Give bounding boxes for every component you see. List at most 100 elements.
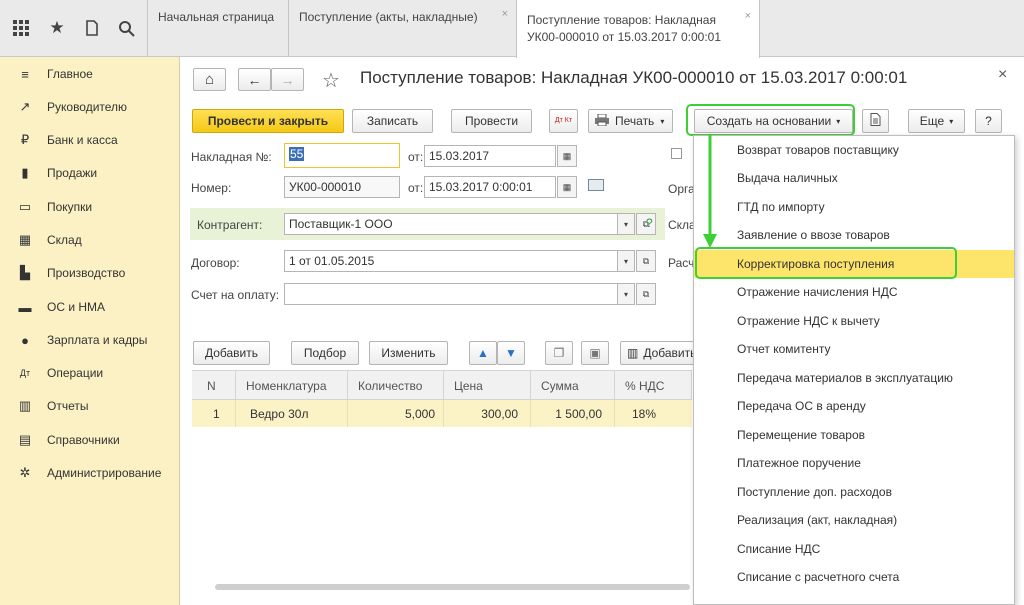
post-button[interactable]: Провести bbox=[451, 109, 532, 133]
close-icon[interactable]: × bbox=[745, 8, 751, 25]
tab-receipts-list[interactable]: Поступление (акты, накладные) × bbox=[288, 0, 516, 57]
menu-item-goods-movement[interactable]: Перемещение товаров bbox=[694, 421, 1014, 449]
search-icon[interactable] bbox=[114, 16, 138, 40]
contract-label: Договор: bbox=[191, 256, 240, 270]
tab-label: Поступление (акты, накладные) bbox=[299, 10, 478, 24]
menu-item-vat-writeoff[interactable]: Списание НДС bbox=[694, 535, 1014, 563]
warehouse-label: Скла bbox=[668, 218, 696, 232]
dt-kt-icon: Дт bbox=[19, 368, 31, 378]
paste-button[interactable]: ▣ bbox=[581, 341, 609, 365]
menu-item-payment-order[interactable]: Платежное поручение bbox=[694, 449, 1014, 477]
menu-item-additional-expenses[interactable]: Поступление доп. расходов bbox=[694, 478, 1014, 506]
invoice-number-field[interactable]: 55 bbox=[284, 143, 400, 168]
apps-grid-icon[interactable] bbox=[9, 16, 33, 40]
post-and-close-button[interactable]: Провести и закрыть bbox=[192, 109, 344, 133]
menu-item-customs-declaration[interactable]: ГТД по импорту bbox=[694, 193, 1014, 221]
tab-home[interactable]: Начальная страница bbox=[147, 0, 288, 57]
arrow-left-icon: ← bbox=[247, 71, 262, 88]
move-up-button[interactable]: ▲ bbox=[469, 341, 497, 365]
open-icon[interactable]: ⧉ bbox=[636, 250, 656, 272]
help-icon[interactable]: ? bbox=[646, 216, 653, 230]
sidebar-item-bank[interactable]: ₽ Банк и касса bbox=[0, 129, 180, 151]
copy-icon: ❐ bbox=[553, 346, 565, 360]
chevron-down-icon[interactable]: ▾ bbox=[617, 250, 635, 272]
factory-icon: ▙ bbox=[20, 265, 30, 280]
tab-label: Начальная страница bbox=[158, 10, 275, 24]
sidebar-item-references[interactable]: ▤ Справочники bbox=[0, 429, 180, 451]
monitor-icon[interactable] bbox=[588, 179, 604, 191]
dt-kt-button[interactable]: Дт Кт bbox=[549, 109, 578, 133]
print-button[interactable]: Печать ▾ bbox=[588, 109, 673, 133]
sidebar-item-admin[interactable]: ✲ Администрирование bbox=[0, 462, 180, 484]
button-label: Подбор bbox=[303, 346, 347, 360]
checkbox[interactable] bbox=[671, 148, 682, 159]
sidebar-item-label: Справочники bbox=[47, 433, 120, 447]
close-icon[interactable]: × bbox=[998, 66, 1007, 84]
sidebar-item-manager[interactable]: ↗ Руководителю bbox=[0, 96, 180, 118]
help-button[interactable]: ? bbox=[975, 109, 1002, 133]
number-field[interactable]: УК00-000010 bbox=[284, 176, 400, 198]
column-header[interactable]: N bbox=[192, 371, 236, 401]
open-icon[interactable]: ⧉ bbox=[636, 283, 656, 305]
sidebar-item-operations[interactable]: Дт Операции bbox=[0, 362, 180, 384]
save-button[interactable]: Записать bbox=[352, 109, 433, 133]
invoice-pay-field[interactable] bbox=[284, 283, 618, 305]
menu-item-return-goods[interactable]: Возврат товаров поставщику bbox=[694, 136, 1014, 164]
cell-quantity: 5,000 bbox=[348, 400, 444, 427]
column-header[interactable]: Количество bbox=[348, 371, 444, 401]
sidebar-item-warehouse[interactable]: ▦ Склад bbox=[0, 229, 180, 251]
copy-button[interactable]: ❐ bbox=[545, 341, 573, 365]
forward-button[interactable]: → bbox=[271, 68, 304, 91]
menu-item-consignor-report[interactable]: Отчет комитенту bbox=[694, 335, 1014, 363]
more-button[interactable]: Еще ▾ bbox=[908, 109, 965, 133]
tab-current-document[interactable]: Поступление товаров: Накладная УК00-0000… bbox=[516, 0, 760, 58]
move-down-button[interactable]: ▼ bbox=[497, 341, 525, 365]
highlight-frame bbox=[686, 104, 855, 136]
menu-item-materials-transfer[interactable]: Передача материалов в эксплуатацию bbox=[694, 364, 1014, 392]
menu-item-import-statement[interactable]: Заявление о ввозе товаров bbox=[694, 221, 1014, 249]
menu-item-cash-issue[interactable]: Выдача наличных bbox=[694, 164, 1014, 192]
chevron-down-icon[interactable]: ▾ bbox=[617, 283, 635, 305]
button-label: Провести и закрыть bbox=[207, 114, 329, 128]
menu-item-bank-writeoff[interactable]: Списание с расчетного счета bbox=[694, 563, 1014, 591]
sidebar-item-label: Руководителю bbox=[47, 100, 128, 114]
menu-item-asset-lease[interactable]: Передача ОС в аренду bbox=[694, 392, 1014, 420]
calendar-icon[interactable]: ▦ bbox=[557, 145, 577, 167]
select-button[interactable]: Подбор bbox=[291, 341, 359, 365]
cell-sum: 1 500,00 bbox=[531, 400, 615, 427]
column-header[interactable]: Сумма bbox=[531, 371, 615, 401]
add-row-button[interactable]: Добавить bbox=[193, 341, 270, 365]
home-button[interactable]: ⌂ bbox=[193, 68, 226, 91]
document-icon-button[interactable] bbox=[862, 109, 889, 133]
close-icon[interactable]: × bbox=[502, 8, 508, 20]
column-header[interactable]: % НДС bbox=[615, 371, 692, 401]
sidebar-item-reports[interactable]: ▥ Отчеты bbox=[0, 395, 180, 417]
document-date-field[interactable]: 15.03.2017 0:00:01 bbox=[424, 176, 556, 198]
star-icon[interactable]: ★ bbox=[45, 16, 69, 40]
menu-item-vat-deduction[interactable]: Отражение НДС к вычету bbox=[694, 307, 1014, 335]
chevron-down-icon[interactable]: ▾ bbox=[617, 213, 635, 235]
change-button[interactable]: Изменить bbox=[369, 341, 448, 365]
sidebar-item-purchases[interactable]: ▭ Покупки bbox=[0, 196, 180, 218]
date-label: от: bbox=[408, 150, 424, 164]
table-row[interactable]: 1 Ведро 30л 5,000 300,00 1 500,00 18% bbox=[192, 400, 692, 427]
favorite-star-icon[interactable]: ☆ bbox=[322, 68, 340, 93]
sidebar-item-assets[interactable]: ▬ ОС и НМА bbox=[0, 296, 180, 318]
column-header[interactable]: Цена bbox=[444, 371, 531, 401]
counterparty-field[interactable]: Поставщик-1 ООО bbox=[284, 213, 618, 235]
menu-item-sales[interactable]: Реализация (акт, накладная) bbox=[694, 506, 1014, 534]
sidebar-item-sales[interactable]: ▮ Продажи bbox=[0, 162, 180, 184]
bag-icon: ▮ bbox=[21, 165, 29, 180]
menu-item-vat-accrual[interactable]: Отражение начисления НДС bbox=[694, 278, 1014, 306]
horizontal-scrollbar[interactable] bbox=[215, 584, 690, 590]
invoice-date-field[interactable]: 15.03.2017 bbox=[424, 145, 556, 167]
add-barcode-button[interactable]: ▥ Добавить bbox=[620, 341, 700, 365]
sidebar-item-main[interactable]: ≡ Главное bbox=[0, 63, 180, 85]
history-icon[interactable] bbox=[80, 16, 104, 40]
column-header[interactable]: Номенклатура bbox=[236, 371, 348, 401]
calendar-icon[interactable]: ▦ bbox=[557, 176, 577, 198]
back-button[interactable]: ← bbox=[238, 68, 271, 91]
contract-field[interactable]: 1 от 01.05.2015 bbox=[284, 250, 618, 272]
sidebar-item-salary[interactable]: ● Зарплата и кадры bbox=[0, 329, 180, 351]
sidebar-item-production[interactable]: ▙ Производство bbox=[0, 262, 180, 284]
